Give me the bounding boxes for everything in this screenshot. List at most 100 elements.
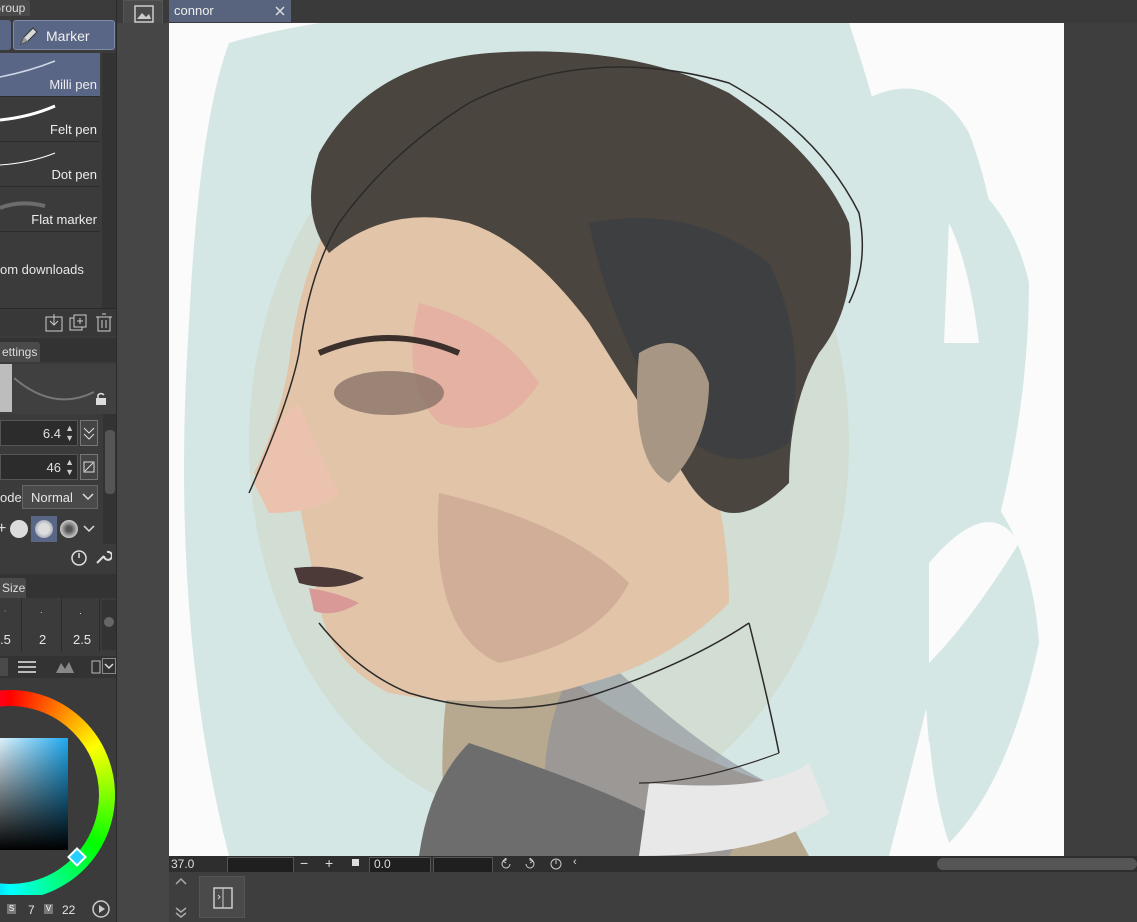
size-dot-icon: · [4,608,7,615]
zoom-slider[interactable] [227,857,294,873]
size-stepper-icon[interactable]: ▲ ▼ [65,423,74,443]
opacity-toggle-button[interactable] [80,454,98,480]
brush-label: Flat marker [31,212,97,227]
zoom-in-icon[interactable]: + [325,855,333,871]
size-dot-icon: · [40,608,43,617]
opacity-field[interactable]: 46 ▲ ▼ [0,454,78,480]
rotate-left-icon[interactable] [500,858,512,870]
color-slider-icon[interactable] [16,659,38,675]
settings-tab-bar: ettings [0,338,116,362]
downloads-link[interactable]: om downloads [0,262,84,277]
blur-tip-icon[interactable] [60,520,78,538]
size-tab-bar: Size [0,574,116,598]
soft-tip-icon [35,520,53,538]
hsv-footer: S 7 V 22 [0,898,116,920]
scroll-left-icon[interactable]: ‹ [573,856,577,868]
color-history-icon[interactable] [54,659,76,675]
tool-settings: 6.4 ▲▼ 46 ▲▼ ode Normal + [0,414,116,572]
size-pressure-button[interactable] [80,420,98,446]
opacity-stepper-icon[interactable]: ▲ ▼ [65,457,74,477]
play-icon[interactable] [91,899,111,919]
v-label: V [44,904,53,914]
lock-icon[interactable] [94,392,108,406]
marker-icon [20,27,38,45]
stroke-preview-curve [14,377,94,401]
plus-icon[interactable]: + [0,520,6,538]
rotation-field[interactable]: 0.0 [369,857,431,873]
duplicate-icon[interactable] [69,314,87,332]
timer-icon[interactable] [70,548,88,566]
blend-mode-label: ode [0,490,22,505]
rotation-slider[interactable] [433,857,493,873]
s-label: S [7,904,16,914]
settings-scroll-thumb[interactable] [105,430,115,494]
size-preset-value: .5 [0,632,11,647]
color-set-icon[interactable] [90,659,102,675]
size-scrollbar[interactable] [102,600,116,650]
color-wheel-area [0,680,116,895]
brush-item-dot-pen[interactable]: Dot pen [0,143,100,187]
horizontal-scrollbar[interactable] [937,858,1137,870]
color-tab-menu[interactable] [102,658,116,674]
saturation-value-square[interactable] [0,738,68,850]
soft-tip-selected[interactable] [31,516,57,542]
size-preset[interactable]: · .5 [0,598,22,652]
brush-size-value: 6.4 [42,426,61,441]
blend-mode-value: Normal [31,490,73,505]
marker-button[interactable]: Marker [13,20,115,50]
chevron-down-icon[interactable] [83,524,95,534]
settings-tab-label: ettings [2,345,38,359]
blend-mode-select[interactable]: Normal [22,485,98,509]
rotation-value: 0.0 [374,857,391,871]
marker-button-label: Marker [46,28,90,44]
brush-actions [0,308,116,336]
size-scroll-thumb[interactable] [104,617,114,627]
document-tab[interactable]: connor [169,0,291,22]
layer-properties-button[interactable] [199,876,245,918]
import-icon[interactable] [45,314,63,332]
artwork [184,23,1039,856]
rotate-right-icon[interactable] [524,858,536,870]
size-tab[interactable]: Size [0,578,26,598]
chevron-down-icon [82,493,94,501]
close-icon[interactable] [274,5,286,17]
image-icon [134,5,154,23]
color-tab[interactable] [0,658,8,676]
brush-item-felt-pen[interactable]: Felt pen [0,98,100,142]
pressure-icon [83,427,95,440]
size-dot-icon: · [79,608,82,618]
wrench-icon[interactable] [94,548,112,566]
size-presets: · .5 · 2 · 2.5 [0,598,116,654]
brush-list-scrollbar[interactable] [102,53,116,308]
brush-item-flat-marker[interactable]: Flat marker [0,188,100,232]
stroke-preview-area [0,364,116,414]
size-preset-value: 2 [39,632,47,647]
brush-item-milli-pen[interactable]: Milli pen [0,53,100,97]
s-value: 7 [28,903,35,917]
settings-scrollbar[interactable] [103,414,116,544]
double-chevron-down-icon[interactable] [175,906,187,918]
settings-tab[interactable]: ettings [0,342,40,362]
drawing-canvas[interactable] [169,23,1064,856]
hard-tip-icon[interactable] [10,520,28,538]
chevron-up-icon[interactable] [175,876,187,886]
zoom-value[interactable]: 37.0 [171,857,194,871]
v-value: 22 [62,903,76,917]
chevron-down-icon [104,663,114,670]
zoom-out-icon[interactable]: − [300,855,308,871]
fit-icon[interactable] [352,859,359,866]
brush-label: Milli pen [49,77,97,92]
brush-tip-row: + [0,516,100,542]
size-preset[interactable]: · 2.5 [64,598,100,652]
brush-label: Dot pen [51,167,97,182]
canvas-right-gutter [1064,23,1137,856]
group-tab[interactable]: Group [0,0,30,16]
size-preset[interactable]: · 2 [24,598,62,652]
subtool-prev-tab[interactable] [0,20,11,50]
reset-rotation-icon[interactable] [549,857,563,871]
brush-label: Felt pen [50,122,97,137]
trash-icon[interactable] [95,313,113,332]
brush-size-field[interactable]: 6.4 ▲ ▼ [0,420,78,446]
preview-swatch [0,364,12,412]
bottom-dock [169,872,1137,922]
